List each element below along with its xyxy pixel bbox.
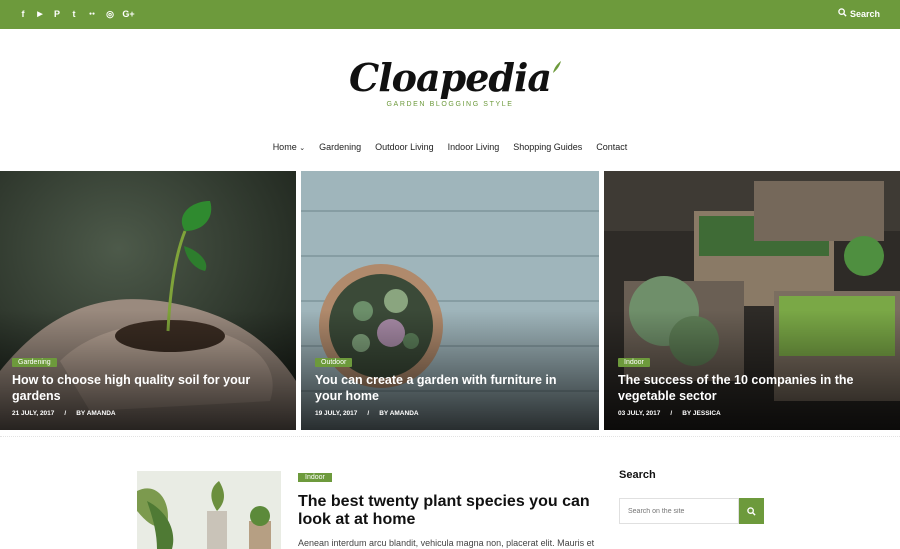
post-date: 21 JULY, 2017 [12, 410, 55, 417]
post-meta: 03 JULY, 2017 / BY JESSICA [618, 410, 721, 417]
post-author[interactable]: BY AMANDA [379, 410, 418, 417]
featured-title[interactable]: You can create a garden with furniture i… [315, 372, 583, 404]
featured-card[interactable]: Gardening How to choose high quality soi… [0, 171, 296, 430]
facebook-icon[interactable]: f [18, 7, 28, 21]
sidebar-search-button[interactable] [739, 498, 764, 524]
youtube-icon[interactable]: ▶ [35, 7, 45, 21]
googleplus-icon[interactable]: G+ [122, 7, 135, 21]
nav-item-gardening[interactable]: Gardening [319, 142, 361, 152]
post-author[interactable]: BY AMANDA [76, 410, 115, 417]
post-excerpt: Aenean interdum arcu blandit, vehicula m… [298, 538, 595, 548]
meta-separator: / [64, 410, 67, 417]
featured-title[interactable]: The success of the 10 companies in the v… [618, 372, 884, 404]
top-search-link[interactable]: Search [838, 8, 880, 19]
logo-tagline: GARDEN BLOGGING STYLE [386, 101, 514, 108]
featured-card[interactable]: Indoor The success of the 10 companies i… [604, 171, 900, 430]
post-thumbnail[interactable] [137, 471, 281, 549]
main-nav: Home ⌄ Gardening Outdoor Living Indoor L… [0, 142, 900, 152]
post-date: 03 JULY, 2017 [618, 410, 661, 417]
search-icon [838, 8, 847, 19]
category-badge[interactable]: Indoor [618, 358, 650, 367]
top-bar: f ▶ P t ●● ◎ G+ Search [0, 0, 900, 29]
site-logo[interactable]: Cloapedia GARDEN BLOGGING STYLE [0, 58, 900, 108]
plants-image [137, 471, 281, 549]
meta-separator: / [670, 410, 673, 417]
twitter-icon[interactable]: t [69, 7, 79, 21]
nav-item-shopping-guides[interactable]: Shopping Guides [513, 142, 582, 152]
search-icon [747, 506, 756, 516]
meta-separator: / [367, 410, 370, 417]
top-search-label: Search [849, 8, 880, 19]
nav-item-outdoor-living[interactable]: Outdoor Living [375, 142, 434, 152]
post-meta: 21 JULY, 2017 / BY AMANDA [12, 410, 116, 417]
flickr-icon[interactable]: ●● [86, 7, 98, 21]
instagram-icon[interactable]: ◎ [105, 7, 115, 21]
nav-item-home[interactable]: Home ⌄ [273, 142, 305, 152]
featured-posts: Gardening How to choose high quality soi… [0, 171, 900, 430]
category-badge[interactable]: Outdoor [315, 358, 353, 367]
leaf-icon [553, 61, 562, 73]
featured-title[interactable]: How to choose high quality soil for your… [12, 372, 280, 404]
pinterest-icon[interactable]: P [52, 7, 62, 21]
featured-card[interactable]: Outdoor You can create a garden with fur… [301, 171, 599, 430]
logo-wordmark: Cloapedia [348, 55, 552, 100]
nav-item-contact[interactable]: Contact [596, 142, 627, 152]
nav-item-indoor-living[interactable]: Indoor Living [448, 142, 500, 152]
post-author[interactable]: BY JESSICA [682, 410, 721, 417]
post-title[interactable]: The best twenty plant species you can lo… [298, 493, 598, 529]
chevron-down-icon: ⌄ [299, 145, 306, 152]
sidebar-search-input[interactable] [619, 498, 739, 524]
post-meta: 19 JULY, 2017 / BY AMANDA [315, 410, 419, 417]
category-badge[interactable]: Gardening [12, 358, 57, 367]
post-date: 19 JULY, 2017 [315, 410, 358, 417]
nav-item-label: Home [272, 142, 297, 152]
social-links: f ▶ P t ●● ◎ G+ [18, 7, 135, 21]
sidebar-search-heading: Search [619, 469, 656, 481]
category-badge[interactable]: Indoor [298, 473, 332, 482]
section-divider [0, 436, 900, 437]
